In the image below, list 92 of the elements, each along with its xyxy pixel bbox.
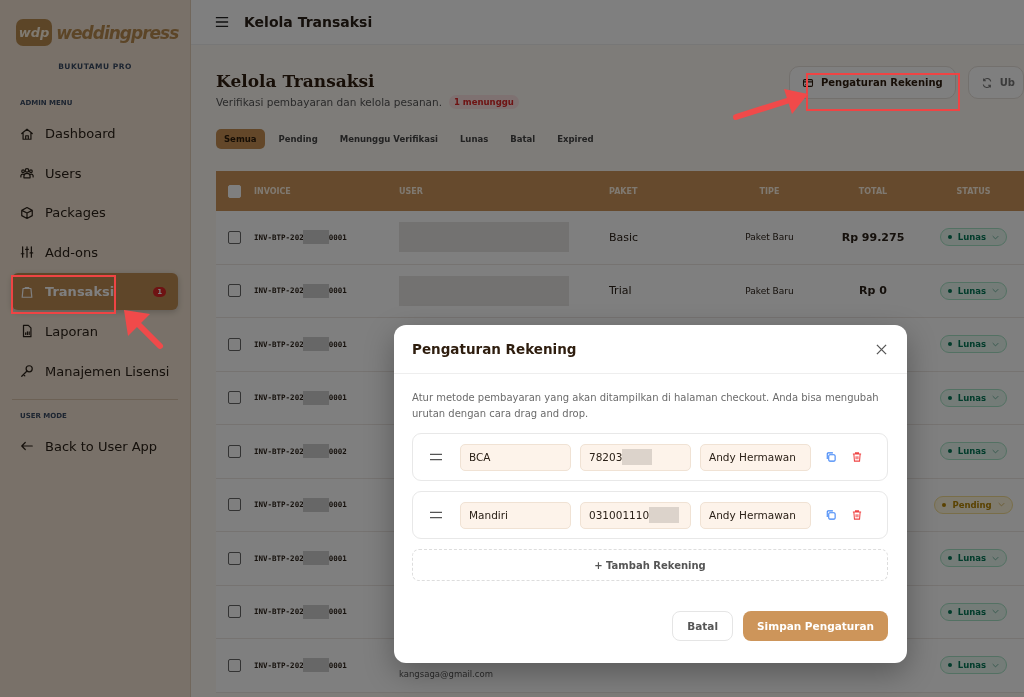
redaction-bar	[649, 507, 680, 523]
redaction-bar	[302, 337, 329, 352]
status-dropdown[interactable]: Lunas	[939, 656, 1008, 675]
redaction-bar	[302, 283, 329, 298]
bank-field[interactable]: BCA	[460, 443, 571, 471]
report-icon	[20, 324, 34, 339]
copy-icon[interactable]	[825, 451, 837, 463]
key-icon	[20, 364, 34, 379]
nav-item[interactable]: Users	[12, 154, 178, 192]
row-checkbox[interactable]	[228, 284, 241, 298]
package-cell: Basic	[609, 230, 639, 244]
add-account-button[interactable]: + Tambah Rekening	[412, 549, 888, 581]
nav-item[interactable]: Add-ons	[12, 233, 178, 271]
status-dropdown[interactable]: Lunas	[939, 602, 1008, 621]
redaction-bar	[302, 390, 329, 405]
status-dropdown[interactable]: Lunas	[939, 228, 1008, 247]
redaction-bar	[302, 551, 329, 566]
row-checkbox[interactable]	[228, 605, 241, 619]
status-dropdown[interactable]: Lunas	[939, 281, 1008, 300]
nav-item[interactable]: Dashboard	[12, 115, 178, 152]
status-dropdown[interactable]: Lunas	[939, 335, 1008, 354]
type-cell-text: Paket Baru	[744, 232, 795, 243]
filter-tab[interactable]: Lunas	[451, 129, 497, 149]
row-checkbox[interactable]	[228, 658, 241, 672]
status-dropdown[interactable]: Lunas	[939, 388, 1008, 407]
action-button[interactable]: Pengaturan Rekening	[788, 66, 956, 99]
page-title: Kelola Transaksi	[216, 71, 376, 91]
filter-tab[interactable]: Semua	[216, 129, 265, 149]
column-header: TIPE	[758, 186, 781, 196]
trash-icon[interactable]	[851, 509, 863, 521]
drag-handle-icon[interactable]	[430, 511, 442, 519]
status-dropdown[interactable]: Lunas	[939, 442, 1008, 461]
status-dropdown[interactable]: Pending	[934, 495, 1013, 514]
holder-field[interactable]: Andy Hermawan	[700, 443, 811, 471]
modal-description: Atur metode pembayaran yang akan ditampilkan di halaman checkout. Anda bisa mengubah urutan dengan cara drag and drop.	[412, 391, 880, 421]
column-header: STATUS	[955, 186, 992, 196]
filter-tab[interactable]: Pending	[270, 129, 326, 149]
logo-text: weddingpress	[56, 22, 179, 43]
row-checkbox[interactable]	[228, 230, 241, 244]
status-dropdown[interactable]: Lunas	[939, 549, 1008, 568]
save-button[interactable]: Simpan Pengaturan	[743, 611, 888, 641]
row-checkbox[interactable]	[228, 551, 241, 565]
column-header: INVOICE	[254, 186, 292, 196]
nav-item[interactable]: Laporan	[12, 312, 178, 350]
nav-item[interactable]: Packages	[12, 194, 178, 232]
home-icon	[20, 126, 34, 141]
select-all-checkbox[interactable]	[228, 184, 241, 198]
pending-badge: 1 menunggu	[449, 95, 519, 109]
action-button[interactable]: Ub	[967, 66, 1024, 99]
holder-field[interactable]: Andy Hermawan	[700, 501, 811, 529]
nav-item[interactable]: Back to User App	[12, 427, 178, 465]
row-checkbox[interactable]	[228, 391, 241, 405]
redaction-bar	[302, 604, 329, 619]
row-checkbox[interactable]	[228, 444, 241, 458]
refresh-icon	[980, 76, 993, 89]
account-number-field[interactable]: 78203	[580, 443, 691, 471]
drag-handle-icon[interactable]	[430, 453, 442, 461]
modal-title: Pengaturan Rekening	[412, 341, 577, 357]
row-checkbox[interactable]	[228, 337, 241, 351]
user-email: kangsaga@gmail.com	[399, 669, 493, 680]
menu-icon[interactable]	[215, 15, 229, 29]
close-icon[interactable]	[876, 343, 887, 355]
redaction-bar	[302, 497, 329, 512]
page-subtitle: Verifikasi pembayaran dan kelola pesanan.	[216, 96, 442, 108]
nav-item[interactable]: Manajemen Lisensi	[12, 352, 178, 390]
top-bar-title: Kelola Transaksi	[244, 14, 373, 30]
filter-tab[interactable]: Menunggu Verifikasi	[331, 129, 446, 149]
copy-icon[interactable]	[825, 509, 837, 521]
package-cell: Trial	[609, 284, 632, 298]
filter-tab[interactable]: Batal	[502, 129, 544, 149]
cancel-button[interactable]: Batal	[672, 611, 734, 641]
users-icon	[20, 166, 34, 181]
column-header: TOTAL	[857, 186, 889, 196]
column-header: USER	[399, 186, 424, 196]
bank-field[interactable]: Mandiri	[460, 501, 571, 529]
redaction-bar	[302, 444, 329, 459]
card-icon	[801, 76, 814, 89]
sliders-icon	[20, 245, 34, 260]
redaction-bar	[622, 449, 653, 465]
total-cell-text: Rp 0	[858, 284, 888, 298]
redaction-bar	[302, 230, 329, 245]
bag-icon	[20, 284, 34, 299]
filter-tab[interactable]: Expired	[549, 129, 602, 149]
redaction-bar	[302, 658, 329, 673]
trash-icon[interactable]	[851, 451, 863, 463]
row-checkbox[interactable]	[228, 498, 241, 512]
column-header: PAKET	[609, 186, 639, 196]
type-cell-text: Paket Baru	[744, 285, 795, 296]
account-number-field[interactable]: 031001110	[580, 501, 691, 529]
box-icon	[20, 205, 34, 220]
total-cell-text: Rp 99.275	[840, 230, 906, 244]
logo-mark: wdp	[15, 19, 53, 46]
